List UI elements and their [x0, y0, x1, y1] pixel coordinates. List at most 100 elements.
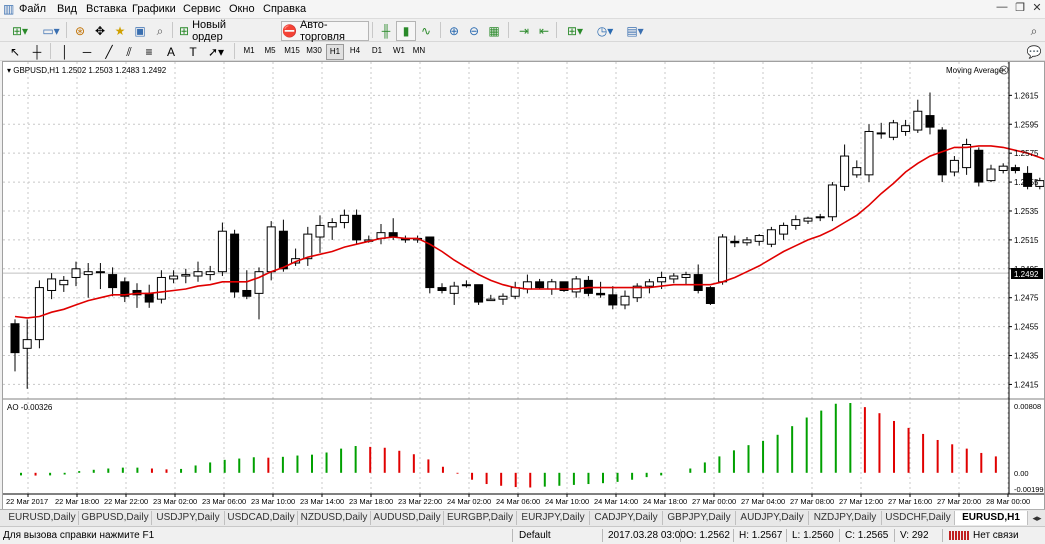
timeframe-mn[interactable]: MN: [410, 44, 428, 58]
candle-body-up: [657, 276, 667, 283]
menu-charts[interactable]: Графики: [132, 3, 176, 15]
chat-button[interactable]: 💬: [1024, 42, 1044, 62]
menu-insert[interactable]: Вставка: [86, 3, 127, 15]
time-tick-label: 27 Mar 08:00: [790, 497, 834, 506]
close-button[interactable]: ✕: [1030, 1, 1044, 15]
timeframe-w1[interactable]: W1: [390, 44, 408, 58]
menu-tools[interactable]: Сервис: [183, 3, 221, 15]
price-tick-label: 1.2435: [1014, 352, 1039, 361]
bar-chart-button[interactable]: ╫: [376, 21, 396, 41]
chart-tab[interactable]: EURJPY,Daily: [517, 511, 590, 525]
candle-body-down: [1010, 167, 1020, 172]
indicators-icon: ⊞▾: [566, 24, 584, 38]
time-tick-label: 24 Mar 14:00: [594, 497, 638, 506]
candle-body-up: [59, 279, 69, 286]
search-button[interactable]: ⌕: [1024, 21, 1044, 41]
status-connection[interactable]: Нет связи: [973, 530, 1019, 541]
chart-tab[interactable]: USDCAD,Daily: [225, 511, 298, 525]
time-tick-label: 23 Mar 18:00: [349, 497, 393, 506]
menu-help[interactable]: Справка: [263, 3, 306, 15]
new-order-button[interactable]: ⊞ Новый ордер: [178, 19, 260, 43]
chart-tab[interactable]: GBPJPY,Daily: [663, 511, 736, 525]
candle: [791, 215, 801, 230]
channel-tool[interactable]: ⫽: [120, 42, 138, 62]
chart-tab[interactable]: NZDUSD,Daily: [298, 511, 371, 525]
crosshair-tool[interactable]: ┼: [28, 42, 46, 62]
menu-file[interactable]: Файл: [19, 3, 46, 15]
time-tick-label: 24 Mar 10:00: [545, 497, 589, 506]
cursor-icon: ↖: [9, 45, 21, 59]
candle: [974, 147, 984, 187]
ao-histogram: [20, 403, 997, 488]
new-chart-button[interactable]: ⊞▾: [4, 21, 36, 41]
candle-body-up: [303, 233, 313, 260]
chart-tab[interactable]: USDJPY,Daily: [152, 511, 225, 525]
menu-window[interactable]: Окно: [229, 3, 255, 15]
line-chart-button[interactable]: ∿: [416, 21, 436, 41]
chart-tab[interactable]: GBPUSD,Daily: [79, 511, 152, 525]
status-profile[interactable]: Default: [519, 530, 551, 541]
zoom-in-button[interactable]: ⊕: [444, 21, 464, 41]
candle-body-down: [278, 230, 288, 270]
chart-window[interactable]: 1.2615 1.2595 1.2575 1.2555 1.2535 1.2515 1.24…: [2, 61, 1045, 511]
chart-tab[interactable]: EURUSD,Daily: [6, 511, 79, 525]
trend-line-tool[interactable]: ╱: [100, 42, 118, 62]
candles: [10, 92, 1044, 389]
price-axis: 1.2615 1.2595 1.2575 1.2555 1.2535 1.2515 1.24…: [1009, 91, 1039, 389]
minimize-button[interactable]: —: [995, 1, 1009, 15]
tester-button[interactable]: ⌕: [150, 21, 170, 41]
profiles-button[interactable]: ▭▾: [36, 21, 66, 41]
timeframe-h1[interactable]: H1: [326, 44, 344, 60]
zoom-out-button[interactable]: ⊖: [464, 21, 484, 41]
candle-body-up: [95, 271, 105, 274]
candlestick-chart-button[interactable]: ▮: [396, 21, 416, 41]
chart-tab[interactable]: EURGBP,Daily: [444, 511, 517, 525]
chart-shift-button[interactable]: ⇤: [534, 21, 554, 41]
indicators-button[interactable]: ⊞▾: [560, 21, 590, 41]
data-window-button[interactable]: ✥: [90, 21, 110, 41]
bar-chart-icon: ╫: [381, 24, 391, 38]
terminal-button[interactable]: ▣: [130, 21, 150, 41]
tile-windows-button[interactable]: ▦: [484, 21, 504, 41]
tabs-scroll-icon[interactable]: ◂▸: [1030, 511, 1044, 525]
timeframe-m1[interactable]: M1: [240, 44, 258, 58]
candle: [888, 119, 898, 141]
chart-tab[interactable]: EURUSD,H1: [955, 511, 1028, 525]
navigator-button[interactable]: ★: [110, 21, 130, 41]
auto-scroll-button[interactable]: ⇥: [514, 21, 534, 41]
chart-tab[interactable]: NZDJPY,Daily: [809, 511, 882, 525]
timeframe-m30[interactable]: M30: [304, 44, 324, 58]
time-tick-label: 24 Mar 02:00: [447, 497, 491, 506]
candle-body-up: [169, 275, 179, 280]
auto-trading-button[interactable]: ⛔ Авто-торговля: [281, 19, 369, 43]
label-tool[interactable]: T: [184, 42, 202, 62]
time-tick-label: 23 Mar 14:00: [300, 497, 344, 506]
arrows-tool[interactable]: ➚▾: [204, 42, 228, 62]
restore-button[interactable]: ❐: [1013, 1, 1027, 15]
fibonacci-tool[interactable]: ≡: [140, 42, 158, 62]
market-watch-button[interactable]: ⊛: [70, 21, 90, 41]
timeframe-d1[interactable]: D1: [368, 44, 386, 58]
separator: [372, 22, 373, 38]
timeframe-m15[interactable]: M15: [282, 44, 302, 58]
candle: [632, 283, 642, 303]
templates-button[interactable]: ▤▾: [620, 21, 650, 41]
horizontal-line-tool[interactable]: ─: [78, 42, 96, 62]
time-tick-label: 27 Mar 20:00: [937, 497, 981, 506]
time-tick-label: 27 Mar 04:00: [741, 497, 785, 506]
chart-tab[interactable]: AUDJPY,Daily: [736, 511, 809, 525]
price-chart[interactable]: 1.2615 1.2595 1.2575 1.2555 1.2535 1.2515 1.24…: [3, 62, 1044, 510]
timeframe-m5[interactable]: M5: [261, 44, 279, 58]
timeframe-h4[interactable]: H4: [346, 44, 364, 58]
text-tool[interactable]: A: [162, 42, 180, 62]
menu-view[interactable]: Вид: [57, 3, 77, 15]
periods-button[interactable]: ◷▾: [590, 21, 620, 41]
terminal-icon: ▣: [134, 24, 146, 38]
chart-tab[interactable]: CADJPY,Daily: [590, 511, 663, 525]
candle-body-up: [83, 271, 93, 276]
cursor-tool[interactable]: ↖: [6, 42, 24, 62]
chart-tab[interactable]: AUDUSD,Daily: [371, 511, 444, 525]
chart-tab[interactable]: USDCHF,Daily: [882, 511, 955, 525]
drawing-toolbar: ↖ ┼ │ ─ ╱ ⫽ ≡ A T ➚▾ M1 M5 M15 M30 H1 H4…: [0, 42, 1045, 61]
vertical-line-tool[interactable]: │: [56, 42, 74, 62]
